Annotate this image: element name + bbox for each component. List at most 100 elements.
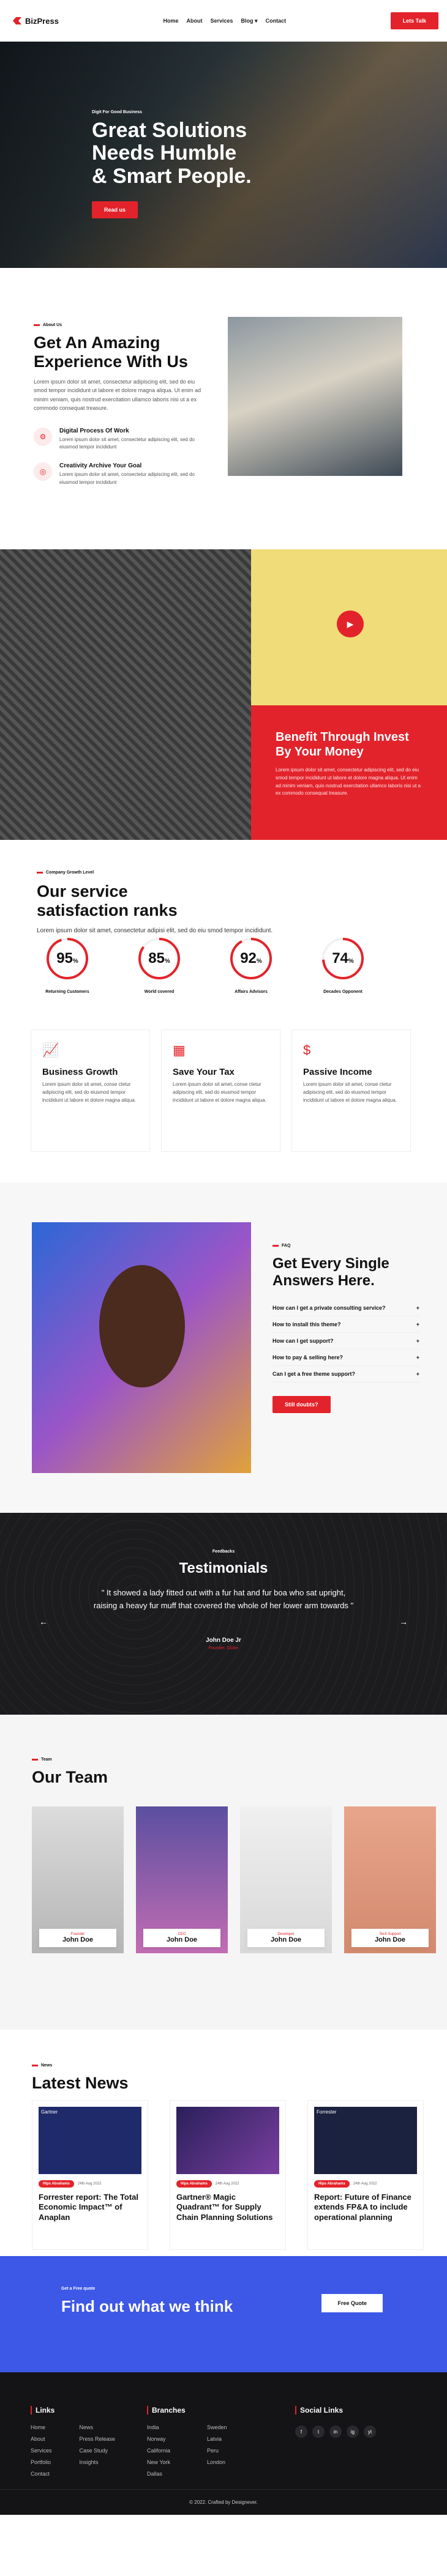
news-image-label: Gartner [41,2109,58,2115]
logo-icon [13,17,21,24]
news-headline[interactable]: Gartner® Magic Quadrant™ for Supply Chai… [170,2192,285,2222]
main-nav: Home About Services Blog ▾ Contact [163,18,286,24]
footer-branch[interactable]: Dallas [147,2468,170,2480]
news-category[interactable]: Hips Abrahams [314,2180,350,2188]
faq-item[interactable]: How to pay & selling here? + [272,1349,419,1367]
faq-item[interactable]: Can I get a free theme support? + [272,1366,419,1383]
service-card[interactable]: 📈 Business Growth Lorem ipsum dolor sit … [31,1030,150,1152]
nav-home[interactable]: Home [163,18,178,24]
hero-read-button[interactable]: Read us [92,201,138,219]
still-doubts-button[interactable]: Still doubts? [272,1396,331,1414]
footer-branch[interactable]: Sweden [207,2422,227,2433]
benefit-title: Benefit Through Invest By Your Money [276,730,409,759]
footer-link[interactable]: Portfolio [31,2457,52,2468]
footer-branch[interactable]: Latvia [207,2433,227,2445]
news-title: Latest News [32,2074,129,2092]
footer-link[interactable]: Contact [31,2468,52,2480]
news-card[interactable]: Hips Abrahams 24th Aug 2022 Gartner® Magi… [170,2100,286,2250]
benefit-text: Lorem ipsum dolor sit amet, consectetur … [276,767,421,796]
team-card[interactable]: CEO John Doe [136,1806,228,1953]
feature-title: Digital Process Of Work [59,427,129,434]
team-card[interactable]: Developer John Doe [240,1806,332,1953]
logo[interactable]: BizPress [12,16,59,26]
faq-item[interactable]: How can I get a private consulting servi… [272,1300,419,1317]
team-name: John Doe [374,1936,406,1943]
news-header: News Latest News [32,2063,129,2093]
site-footer: Links Home About Services Portfolio Contact … [0,2372,447,2515]
stat-ring: 85% [135,935,183,982]
play-video-icon[interactable]: ▶ [337,611,364,637]
stat-item: 74% Decades Opponent [312,935,374,994]
footer-link[interactable]: News [80,2422,116,2433]
news-image: Gartner [39,2107,141,2174]
footer-branches: Branches India Norway California New York Da… [147,2406,227,2479]
stat-item: 92% Affairs Advisors [220,935,282,994]
footer-branch[interactable]: California [147,2445,170,2457]
nav-services[interactable]: Services [210,18,233,24]
youtube-icon[interactable]: yt [364,2426,376,2438]
footer-branches-title: Branches [147,2406,227,2415]
footer-links: Links Home About Services Portfolio Contact … [31,2406,115,2479]
footer-branch[interactable]: Norway [147,2433,170,2445]
team-card[interactable]: Founder John Doe [32,1806,124,1953]
nav-blog[interactable]: Blog ▾ [241,18,258,24]
service-title: Business Growth [42,1067,118,1077]
footer-branch[interactable]: India [147,2422,170,2433]
logo-text: BizPress [25,16,59,26]
testimonial-title: Testimonials [179,1560,268,1576]
faq-question: How can I get support? [272,1338,334,1345]
stats-title: Our service satisfaction ranks [37,882,178,920]
footer-link[interactable]: Case Study [80,2445,116,2457]
news-grid: Gartner Hips Abrahams 24th Aug 2022 Forre… [32,2100,424,2250]
cta-title: Find out what we think [61,2297,233,2315]
nav-about[interactable]: About [186,18,202,24]
news-card[interactable]: Forrester Hips Abrahams 24th Aug 2022 Rep… [307,2100,424,2250]
service-title: Passive Income [303,1067,372,1077]
faq-tag: FAQ [272,1244,419,1248]
faq-item[interactable]: How can I get support? + [272,1333,419,1350]
faq-item[interactable]: How to install this theme? + [272,1316,419,1334]
footer-link[interactable]: Services [31,2445,52,2457]
faq-content: FAQ Get Every Single Answers Here. How c… [272,1244,419,1414]
plus-icon: + [416,1305,419,1312]
footer-link[interactable]: Home [31,2422,52,2433]
site-header: BizPress Home About Services Blog ▾ Cont… [0,0,447,42]
about-text: About Us Get An Amazing Experience With … [34,323,205,487]
news-image [176,2107,279,2174]
nav-contact[interactable]: Contact [266,18,287,24]
cta-tag: Get a Free quote [61,2287,96,2291]
service-text: Lorem ipsum dolor sit amet, conse ctetur… [42,1082,136,1103]
footer-branch[interactable]: Peru [207,2445,227,2457]
news-headline[interactable]: Report: Future of Finance extends FP&A t… [308,2192,423,2222]
team-card[interactable]: Tech Support John Doe [344,1806,436,1953]
free-quote-button[interactable]: Free Quote [321,2294,383,2312]
footer-branch[interactable]: New York [147,2457,170,2468]
news-category[interactable]: Hips Abrahams [176,2180,212,2188]
team-name: John Doe [166,1936,198,1943]
money-bag-icon: $ [303,1042,311,1058]
footer-link[interactable]: Press Release [80,2433,116,2445]
hero-content: Digit For Good Business Great Solutions … [92,110,252,219]
footer-link[interactable]: Insights [80,2457,116,2468]
arrow-right-icon[interactable]: → [399,1617,408,1627]
cta-content: Get a Free quote Find out what we think [61,2287,233,2316]
process-icon: ⚙ [34,427,52,446]
news-card[interactable]: Gartner Hips Abrahams 24th Aug 2022 Forre… [32,2100,148,2250]
arrow-left-icon[interactable]: ← [39,1617,48,1627]
facebook-icon[interactable]: f [295,2426,307,2438]
linkedin-icon[interactable]: in [329,2426,342,2438]
coins-photo: ▶ [251,549,447,705]
news-category[interactable]: Hips Abrahams [39,2180,74,2188]
news-headline[interactable]: Forrester report: The Total Economic Imp… [32,2192,148,2222]
footer-link[interactable]: About [31,2433,52,2445]
news-date: 24th Aug 2022 [77,2182,102,2186]
hero-title-line: Great Solutions [92,119,247,142]
service-card[interactable]: $ Passive Income Lorem ipsum dolor sit a… [291,1030,411,1152]
service-card[interactable]: ▦ Save Your Tax Lorem ipsum dolor sit am… [161,1030,280,1152]
lets-talk-button[interactable]: Lets Talk [390,12,438,29]
plus-icon: + [416,1338,419,1345]
news-date: 24th Aug 2022 [353,2182,377,2186]
instagram-icon[interactable]: ig [347,2426,359,2438]
footer-branch[interactable]: London [207,2457,227,2468]
twitter-icon[interactable]: t [312,2426,325,2438]
